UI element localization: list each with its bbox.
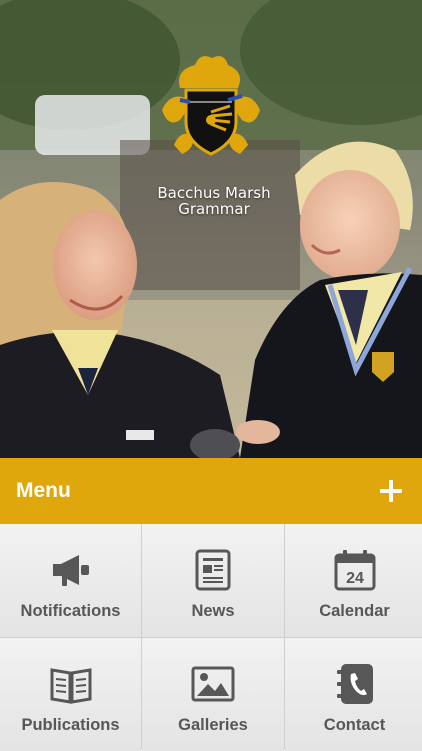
calendar-icon: 24 — [334, 550, 375, 591]
calendar-tile[interactable]: 24 Calendar — [285, 524, 422, 637]
publications-label: Publications — [21, 716, 120, 734]
menu-label: Menu — [16, 479, 71, 502]
school-crest — [150, 50, 272, 170]
notifications-label: Notifications — [20, 602, 121, 620]
contact-label: Contact — [323, 716, 386, 734]
address-book-icon — [336, 664, 373, 704]
galleries-label: Galleries — [178, 716, 248, 734]
newspaper-icon — [195, 549, 231, 591]
contact-tile[interactable]: Contact — [285, 638, 422, 751]
publications-tile[interactable]: Publications — [0, 638, 141, 751]
book-icon — [50, 668, 91, 704]
menu-bar[interactable]: Menu — [0, 458, 422, 524]
plus-icon[interactable] — [380, 480, 402, 502]
school-name: Bacchus Marsh Grammar — [0, 185, 422, 217]
news-tile[interactable]: News — [142, 524, 284, 637]
image-icon — [191, 666, 235, 702]
megaphone-icon — [52, 555, 89, 586]
galleries-tile[interactable]: Galleries — [142, 638, 284, 751]
notifications-tile[interactable]: Notifications — [0, 524, 141, 637]
school-name-line1: Bacchus Marsh — [157, 184, 271, 202]
hero-banner: Bacchus Marsh Grammar — [0, 0, 422, 458]
school-name-line2: Grammar — [178, 200, 250, 218]
menu-grid: Notifications News 24 Calendar Publicati… — [0, 524, 422, 751]
news-label: News — [191, 602, 235, 620]
calendar-icon-date: 24 — [346, 570, 364, 587]
calendar-label: Calendar — [319, 602, 390, 620]
